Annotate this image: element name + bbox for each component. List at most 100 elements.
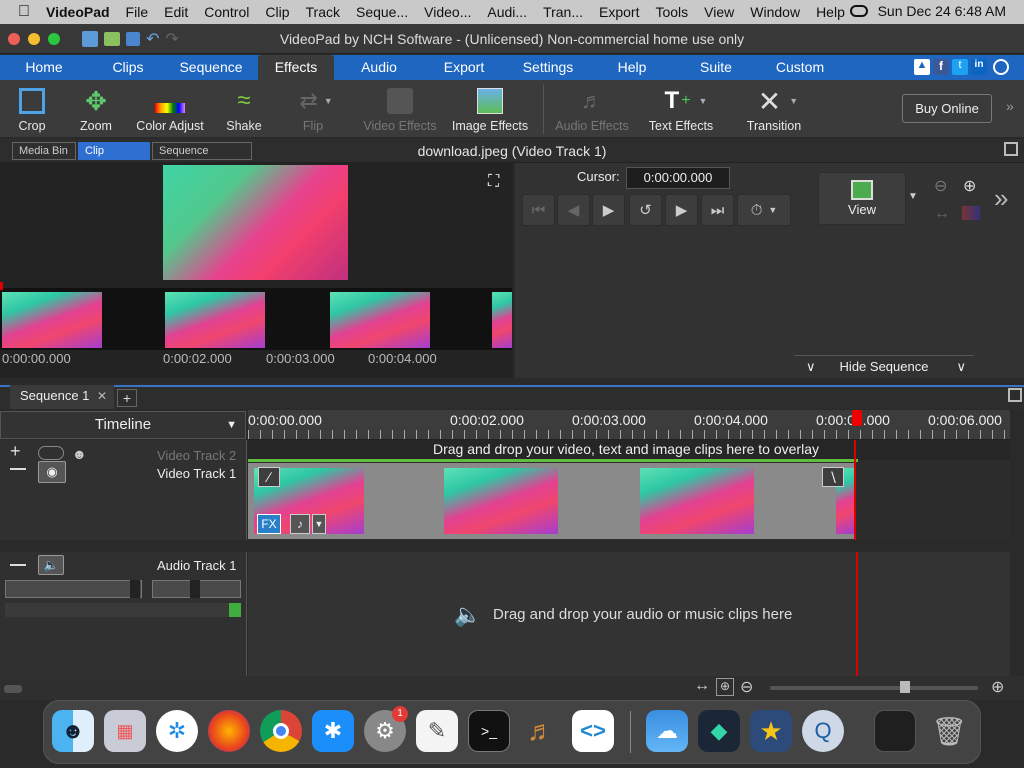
menu-export[interactable]: Export: [599, 4, 639, 20]
menubar-clock[interactable]: Sun Dec 24 6:48 AM: [878, 3, 1006, 19]
add-track-icon[interactable]: +: [10, 442, 21, 460]
timeline-zoom-in-icon[interactable]: ⊕: [991, 677, 1004, 697]
reeder-star-icon[interactable]: ★: [750, 710, 792, 752]
transition-dropdown-icon[interactable]: ▼: [789, 96, 798, 106]
downloads-stack-icon[interactable]: [874, 710, 916, 752]
timeline-zoom-slider-thumb[interactable]: [900, 681, 910, 693]
flip-dropdown-icon[interactable]: ▼: [324, 96, 333, 106]
menu-edit[interactable]: Edit: [164, 4, 188, 20]
clip-menu-dropdown-icon[interactable]: ▼: [312, 514, 326, 534]
control-center-icon[interactable]: [849, 5, 868, 17]
shake-button[interactable]: ≈ Shake: [222, 85, 266, 135]
add-sequence-button[interactable]: +: [117, 389, 137, 407]
vscode-icon[interactable]: <>: [572, 710, 614, 752]
menu-track[interactable]: Track: [306, 4, 340, 20]
menu-control[interactable]: Control: [204, 4, 249, 20]
cursor-timecode[interactable]: 0:00:00.000: [626, 167, 730, 189]
filmora-icon[interactable]: ◆: [698, 710, 740, 752]
video-effects-button[interactable]: Video Effects: [360, 85, 440, 135]
zoom-in-icon[interactable]: ⊕: [963, 176, 976, 196]
step-forward-button[interactable]: ▶: [665, 194, 698, 226]
garageband-icon[interactable]: ♬: [520, 710, 562, 752]
facebook-icon[interactable]: f: [933, 59, 949, 75]
timeline-zoom-slider[interactable]: [770, 686, 978, 690]
speaker-icon[interactable]: 🔈: [38, 555, 64, 575]
zoom-button[interactable]: ✥ Zoom: [72, 85, 120, 135]
flip-button[interactable]: ⇄ ▼ Flip: [288, 85, 344, 135]
text-effects-button[interactable]: T + ▼ Text Effects: [648, 85, 724, 135]
audio-track-1[interactable]: 🔈 Drag and drop your audio or music clip…: [248, 552, 1010, 676]
safe-area-icon[interactable]: [962, 206, 980, 220]
skip-to-end-button[interactable]: ⏭: [701, 194, 734, 226]
video-track-1[interactable]: ∕ ∖ FX ♪ ▼: [248, 440, 1010, 540]
timeline-zoom-out-icon[interactable]: ⊖: [740, 677, 753, 697]
weather-icon[interactable]: ☁: [646, 710, 688, 752]
transition-button[interactable]: ✕ ▼ Transition: [744, 85, 812, 135]
trash-icon[interactable]: 🗑: [928, 710, 970, 752]
app-store-icon[interactable]: ✱: [312, 710, 354, 752]
fit-timeline-icon[interactable]: ↔: [694, 677, 710, 695]
menu-view[interactable]: View: [704, 4, 734, 20]
menu-audio[interactable]: Audi...: [487, 4, 527, 20]
thumbs-up-icon[interactable]: ▲: [914, 59, 930, 75]
playhead-handle[interactable]: [852, 410, 862, 426]
tab-sequence-1[interactable]: Sequence 1 ✕: [10, 385, 114, 409]
launchpad-icon[interactable]: ▦: [104, 710, 146, 752]
undock-sequence-icon[interactable]: [1008, 388, 1022, 402]
image-effects-button[interactable]: Image Effects: [450, 85, 530, 135]
menu-help[interactable]: Help: [816, 4, 845, 20]
chrome-icon[interactable]: [260, 710, 302, 752]
buy-online-button[interactable]: Buy Online: [902, 94, 992, 123]
volume-slider[interactable]: [5, 580, 142, 598]
tab-settings[interactable]: Settings: [512, 55, 584, 80]
tab-custom[interactable]: Custom: [768, 55, 832, 80]
visibility-eye-icon[interactable]: [38, 446, 64, 460]
fade-out-handle-icon[interactable]: ∖: [822, 467, 844, 487]
apple-menu-icon[interactable]: : [18, 3, 30, 21]
safari-icon[interactable]: ✲: [156, 710, 198, 752]
tab-home[interactable]: Home: [14, 55, 74, 80]
textedit-icon[interactable]: ✎: [416, 710, 458, 752]
speed-timer-button[interactable]: ⏱ ▼: [737, 194, 791, 226]
video-clip[interactable]: ∕ ∖ FX ♪ ▼: [248, 463, 856, 539]
help-circle-icon[interactable]: [993, 59, 1009, 75]
text-effects-dropdown-icon[interactable]: ▼: [699, 96, 708, 106]
menu-window[interactable]: Window: [750, 4, 800, 20]
twitter-icon[interactable]: t: [952, 59, 968, 75]
volume-slider-thumb[interactable]: [130, 580, 140, 598]
collapse-audio-track-icon[interactable]: [10, 564, 26, 566]
fullscreen-icon[interactable]: ⛶: [488, 173, 499, 191]
fx-badge[interactable]: FX: [257, 514, 281, 534]
loop-button[interactable]: ↺: [629, 194, 662, 226]
menu-app-videopad[interactable]: VideoPad: [46, 4, 110, 20]
menu-sequence[interactable]: Seque...: [356, 4, 408, 20]
crop-button[interactable]: Crop: [8, 85, 56, 135]
video-track-1-eye-icon[interactable]: ◉: [38, 461, 66, 483]
skip-to-start-button[interactable]: ⏮: [522, 194, 555, 226]
menu-tools[interactable]: Tools: [655, 4, 688, 20]
zoom-out-icon[interactable]: ⊖: [934, 176, 947, 196]
tab-help[interactable]: Help: [608, 55, 656, 80]
fade-in-handle-icon[interactable]: ∕: [258, 467, 280, 487]
finder-icon[interactable]: ☻: [52, 710, 94, 752]
tab-clips[interactable]: Clips: [100, 55, 156, 80]
toolbar-overflow-icon[interactable]: »: [1006, 98, 1014, 114]
tab-export[interactable]: Export: [432, 55, 496, 80]
tab-sequence[interactable]: Sequence: [172, 55, 250, 80]
menu-file[interactable]: File: [126, 4, 149, 20]
tab-audio[interactable]: Audio: [350, 55, 408, 80]
firefox-icon[interactable]: [208, 710, 250, 752]
expand-panel-icon[interactable]: »: [994, 183, 1008, 214]
tab-suite[interactable]: Suite: [690, 55, 742, 80]
microphone-icon[interactable]: ♪: [290, 514, 310, 534]
audio-effects-button[interactable]: ♬ Audio Effects: [552, 85, 632, 135]
hide-sequence-button[interactable]: ∨ Hide Sequence ∨: [794, 355, 974, 377]
step-back-button[interactable]: ◀: [557, 194, 590, 226]
color-adjust-button[interactable]: Color Adjust: [134, 85, 206, 135]
horizontal-scrollbar-thumb[interactable]: [4, 685, 22, 693]
linkedin-icon[interactable]: in: [971, 59, 987, 75]
zoom-fit-icon[interactable]: ⊕: [716, 678, 734, 696]
menu-video[interactable]: Video...: [424, 4, 471, 20]
pan-slider-thumb[interactable]: [190, 580, 200, 598]
view-dropdown-icon[interactable]: ▼: [908, 191, 918, 202]
